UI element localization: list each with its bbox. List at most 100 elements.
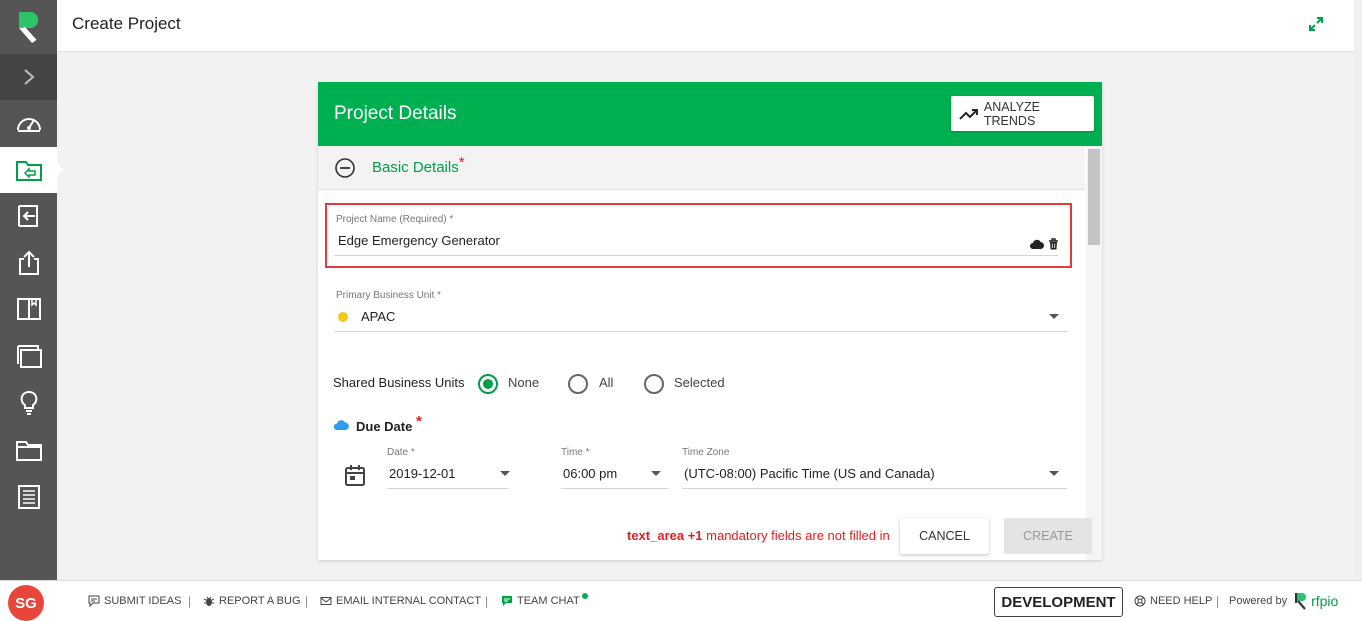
radio-none-label[interactable]: None: [508, 375, 539, 390]
sidebar-item-documents[interactable]: [0, 333, 57, 379]
rfpio-brand-text: rfpio: [1311, 593, 1339, 609]
avatar[interactable]: SG: [8, 585, 44, 621]
help-icon: [1134, 595, 1146, 607]
need-help-link[interactable]: NEED HELP: [1134, 595, 1212, 607]
time-underline: [561, 488, 668, 489]
page-scrollbar[interactable]: [1354, 0, 1362, 580]
powered-by: Powered by rfpio: [1229, 592, 1338, 610]
project-name-actions: [1029, 238, 1059, 250]
sidebar-item-library[interactable]: [0, 286, 57, 332]
rfpio-logo-icon: [18, 12, 38, 43]
report-bug-label: REPORT A BUG: [219, 595, 301, 607]
calendar-icon[interactable]: [345, 464, 365, 486]
sidebar-item-ideas[interactable]: [0, 380, 57, 426]
due-date-label: Due Date *: [356, 413, 422, 435]
section-title: Basic Details*: [372, 154, 465, 176]
date-input[interactable]: 2019-12-01: [389, 466, 456, 481]
card-title: Project Details: [334, 103, 457, 124]
section-title-text: Basic Details: [372, 159, 459, 176]
card-scrollbar[interactable]: [1086, 146, 1102, 560]
time-dropdown-icon[interactable]: [651, 471, 661, 476]
sidebar-item-export[interactable]: [0, 240, 57, 286]
trending-up-icon: [959, 108, 978, 120]
footer-separator: |: [485, 594, 489, 608]
chevron-right-icon: [23, 69, 35, 85]
cloud-sync-icon: [333, 420, 349, 430]
email-internal-contact-label: EMAIL INTERNAL CONTACT: [336, 595, 482, 607]
documents-icon: [16, 345, 42, 368]
error-field-name: text_area +1: [627, 528, 703, 543]
timezone-dropdown-icon[interactable]: [1049, 471, 1059, 476]
radio-all-label[interactable]: All: [599, 375, 613, 390]
maximize-icon[interactable]: [1308, 16, 1324, 32]
due-date-label-text: Due Date: [356, 419, 413, 434]
basic-details-section-header[interactable]: Basic Details*: [318, 146, 1085, 190]
error-message: mandatory fields are not filled in: [702, 528, 890, 543]
dashboard-icon: [16, 118, 41, 132]
bug-icon: [203, 596, 215, 606]
date-underline: [387, 488, 508, 489]
team-chat-label: TEAM CHAT: [517, 595, 580, 607]
sidebar-item-reports[interactable]: [0, 474, 57, 520]
scrollbar-thumb[interactable]: [1088, 149, 1100, 245]
radio-none[interactable]: [478, 374, 498, 394]
card-header: Project Details ANALYZE TRENDS: [318, 82, 1102, 146]
lightbulb-icon: [20, 391, 37, 415]
email-internal-contact-link[interactable]: EMAIL INTERNAL CONTACT: [320, 595, 481, 607]
sidebar: [0, 0, 64, 580]
footer-separator: |: [305, 594, 309, 608]
library-icon: [16, 298, 41, 320]
submit-ideas-link[interactable]: SUBMIT IDEAS: [88, 595, 181, 607]
timezone-select[interactable]: (UTC-08:00) Pacific Time (US and Canada): [684, 466, 935, 481]
chat-icon: [502, 596, 512, 606]
date-label: Date *: [387, 447, 415, 458]
export-icon: [18, 250, 39, 275]
required-star: *: [458, 154, 465, 171]
footer-separator: |: [1216, 594, 1220, 608]
create-button[interactable]: CREATE: [1004, 518, 1092, 554]
analyze-trends-button[interactable]: ANALYZE TRENDS: [951, 96, 1094, 131]
trash-icon[interactable]: [1048, 238, 1059, 250]
project-name-underline: [334, 255, 1058, 256]
sidebar-item-projects[interactable]: [0, 147, 64, 193]
submit-ideas-label: SUBMIT IDEAS: [104, 595, 182, 607]
footer-separator: |: [188, 594, 192, 608]
need-help-label: NEED HELP: [1150, 595, 1213, 607]
powered-by-label: Powered by: [1229, 595, 1288, 607]
time-select[interactable]: 06:00 pm: [563, 466, 617, 481]
online-status-dot: [581, 593, 588, 599]
time-label: Time *: [561, 447, 590, 458]
rfpio-footer-logo-icon: [1295, 593, 1307, 610]
expand-sidebar-button[interactable]: [0, 54, 57, 100]
comment-icon: [88, 595, 100, 607]
projects-icon: [15, 161, 42, 181]
footer: SG SUBMIT IDEAS | REPORT A BUG | EMAIL I…: [0, 580, 1362, 621]
date-dropdown-icon[interactable]: [500, 471, 510, 476]
environment-badge: DEVELOPMENT: [994, 587, 1123, 617]
business-unit-underline: [334, 331, 1067, 332]
radio-all[interactable]: [568, 374, 588, 394]
report-bug-link[interactable]: REPORT A BUG: [203, 595, 301, 607]
sidebar-item-folder[interactable]: [0, 427, 57, 473]
timezone-underline: [682, 488, 1067, 489]
project-details-card: Project Details ANALYZE TRENDS Basic Det…: [318, 82, 1102, 560]
analyze-trends-label: ANALYZE TRENDS: [983, 99, 1040, 128]
team-chat-link[interactable]: TEAM CHAT: [501, 593, 588, 607]
rfpio-logo[interactable]: [0, 0, 57, 54]
radio-selected[interactable]: [644, 374, 664, 394]
business-unit-color-dot: [338, 312, 348, 322]
business-unit-dropdown-icon[interactable]: [1049, 314, 1059, 319]
business-unit-select[interactable]: APAC: [361, 309, 395, 324]
import-icon: [17, 205, 38, 227]
cancel-button[interactable]: CANCEL: [900, 518, 989, 554]
sidebar-item-dashboard[interactable]: [0, 100, 57, 146]
radio-selected-label[interactable]: Selected: [674, 375, 725, 390]
project-name-input[interactable]: Edge Emergency Generator: [338, 233, 500, 248]
folder-icon: [15, 441, 42, 461]
cloud-icon[interactable]: [1029, 239, 1044, 250]
reports-icon: [17, 485, 40, 509]
collapse-icon[interactable]: [335, 158, 355, 178]
business-unit-label: Primary Business Unit *: [336, 290, 442, 301]
mail-icon: [320, 597, 332, 605]
sidebar-item-import[interactable]: [0, 193, 57, 239]
